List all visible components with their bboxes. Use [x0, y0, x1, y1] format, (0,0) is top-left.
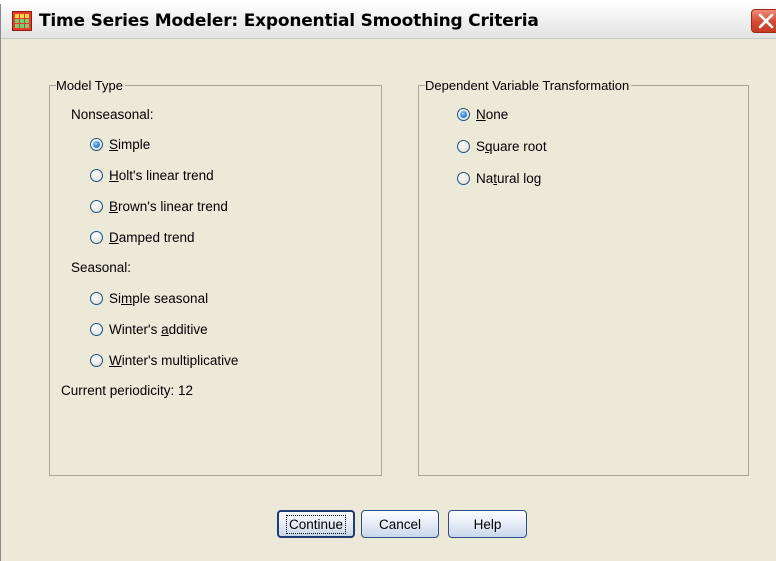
transformation-group: Dependent Variable Transformation: [418, 78, 749, 476]
radio-simple[interactable]: Simple: [90, 137, 150, 152]
dialog-body: Model Type Dependent Variable Transforma…: [1, 39, 776, 561]
radio-button[interactable]: [90, 354, 103, 367]
radio-button[interactable]: [457, 108, 470, 121]
radio-none[interactable]: None: [457, 107, 508, 122]
model-type-legend: Model Type: [56, 78, 123, 93]
window-title: Time Series Modeler: Exponential Smoothi…: [39, 11, 539, 31]
radio-button[interactable]: [90, 138, 103, 151]
continue-label: Continue: [285, 514, 347, 534]
close-icon: [758, 13, 774, 29]
grid-table-icon: [12, 11, 32, 31]
radio-label: Holt's linear trend: [109, 168, 214, 183]
radio-damped-trend[interactable]: Damped trend: [90, 230, 195, 245]
radio-button[interactable]: [457, 172, 470, 185]
radio-button[interactable]: [457, 140, 470, 153]
cancel-button[interactable]: Cancel: [361, 510, 439, 538]
radio-natural-log[interactable]: Natural log: [457, 171, 541, 186]
radio-button[interactable]: [90, 231, 103, 244]
cancel-label: Cancel: [378, 516, 422, 532]
radio-button[interactable]: [90, 169, 103, 182]
title-bar[interactable]: Time Series Modeler: Exponential Smoothi…: [1, 4, 776, 39]
radio-button[interactable]: [90, 200, 103, 213]
radio-label: Winter's multiplicative: [109, 353, 239, 368]
help-label: Help: [473, 516, 502, 532]
radio-browns-linear-trend[interactable]: Brown's linear trend: [90, 199, 228, 214]
radio-label: Winter's additive: [109, 322, 208, 337]
dialog-window: Time Series Modeler: Exponential Smoothi…: [0, 4, 776, 561]
radio-button[interactable]: [90, 292, 103, 305]
current-periodicity: Current periodicity: 12: [61, 383, 194, 398]
radio-label: Simple seasonal: [109, 291, 209, 306]
close-button[interactable]: [751, 9, 776, 33]
continue-button[interactable]: Continue: [277, 510, 355, 538]
radio-winters-additive[interactable]: Winter's additive: [90, 322, 208, 337]
seasonal-label: Seasonal:: [71, 260, 132, 275]
radio-label: Brown's linear trend: [109, 199, 228, 214]
radio-label: Simple: [109, 137, 151, 152]
radio-label: Damped trend: [109, 230, 195, 245]
radio-simple-seasonal[interactable]: Simple seasonal: [90, 291, 208, 306]
radio-label: Square root: [476, 139, 547, 154]
radio-winters-multiplicative[interactable]: Winter's multiplicative: [90, 353, 238, 368]
radio-holts-linear-trend[interactable]: Holt's linear trend: [90, 168, 214, 183]
help-button[interactable]: Help: [448, 510, 527, 538]
nonseasonal-label: Nonseasonal:: [71, 107, 154, 122]
radio-label: None: [476, 107, 509, 122]
radio-label: Natural log: [476, 171, 542, 186]
radio-square-root[interactable]: Square root: [457, 139, 547, 154]
transformation-legend: Dependent Variable Transformation: [425, 78, 630, 93]
radio-button[interactable]: [90, 323, 103, 336]
